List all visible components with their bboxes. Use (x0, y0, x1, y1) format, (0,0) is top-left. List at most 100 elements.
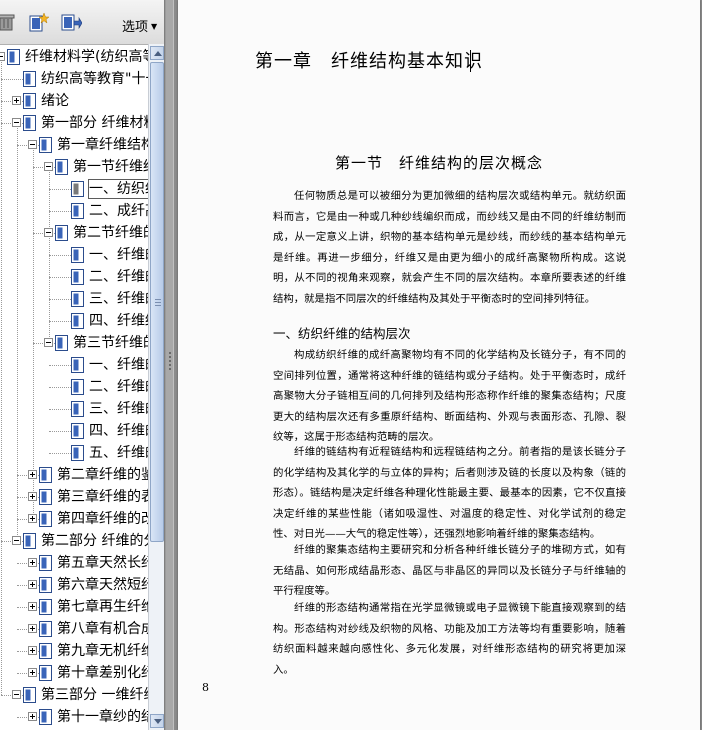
bookmark-item[interactable]: 四、纤维的电学性能 (0, 420, 148, 442)
bookmark-item[interactable]: 绪论 (0, 90, 148, 112)
bookmark-item[interactable]: 纺织高等教育"十一五"部委级规划教材本科 (0, 68, 148, 90)
bookmark-item[interactable]: 第三部分 一维纤维集合体 (0, 684, 148, 706)
collapse-icon[interactable] (44, 228, 53, 237)
bookmark-label: 第二节纤维的结构 (73, 225, 148, 241)
collapse-icon[interactable] (12, 118, 21, 127)
bookmark-label: 第二章纤维的鉴别 (57, 467, 148, 483)
document-page[interactable]: 第一章 纤维结构基本知识 第一节 纤维结构的层次概念 任何物质总是可以被细分为更… (178, 0, 700, 730)
bookmark-label: 二、纤维的聚集态结构 (89, 269, 148, 285)
trash-icon[interactable] (0, 12, 16, 32)
bookmark-item[interactable]: 二、纤维的聚集态结构 (0, 266, 148, 288)
bookmark-label: 第一章纤维结构基本知识 (57, 137, 148, 153)
bookmark-item[interactable]: 第十一章纱的结构 (0, 706, 148, 728)
subheading: 一、纺织纤维的结构层次 (273, 326, 411, 341)
options-label: 选项 (122, 20, 149, 35)
expand-icon[interactable] (28, 624, 37, 633)
bookmarks-scrollbar[interactable] (148, 44, 164, 730)
bookmark-item[interactable]: 一、纺织纤维的结构层次 (0, 178, 148, 200)
expand-icon[interactable] (28, 514, 37, 523)
bookmark-item[interactable]: 一、纤维的力学性能 (0, 354, 148, 376)
bookmark-icon (71, 247, 84, 263)
bookmark-item[interactable]: 第一部分 纤维材料的结构与性能 (0, 112, 148, 134)
bookmark-item[interactable]: 一、纤维的分子结构 (0, 244, 148, 266)
bookmark-item[interactable]: 第十章差别化纤维 (0, 662, 148, 684)
scroll-up-button[interactable] (150, 46, 164, 60)
expand-icon[interactable] (28, 602, 37, 611)
bookmark-item[interactable]: 第三章纤维的表征方法 (0, 486, 148, 508)
bookmark-label: 五、纤维的吸湿性能 (89, 445, 148, 461)
bookmark-item[interactable]: 第二章纤维的鉴别 (0, 464, 148, 486)
bookmark-icon (39, 577, 52, 593)
bookmark-icon (71, 423, 84, 439)
section-title: 第一节 纤维结构的层次概念 (334, 154, 543, 172)
page-number: 8 (202, 681, 209, 694)
bookmark-icon (39, 599, 52, 615)
options-menu[interactable]: 选项 ▼ (122, 16, 157, 35)
bookmark-item[interactable]: 纤维材料学(纺织高等教育"十一五"部委级规划教材本科) (0, 46, 148, 68)
panel-splitter[interactable] (165, 0, 174, 730)
bookmark-icon (71, 269, 84, 285)
bookmark-item[interactable]: 三、纤维的形态结构 (0, 288, 148, 310)
collapse-icon[interactable] (28, 140, 37, 149)
bookmark-item[interactable]: 三、纤维的光学性能 (0, 398, 148, 420)
bookmark-label: 第四章纤维的改性 (57, 511, 148, 527)
bookmark-label: 四、纤维结构的表征 (89, 313, 148, 329)
expand-icon[interactable] (28, 470, 37, 479)
bookmark-item[interactable]: 第七章再生纤维 (0, 596, 148, 618)
collapse-icon[interactable] (12, 536, 21, 545)
bookmark-icon (71, 291, 84, 307)
expand-icon[interactable] (28, 712, 37, 721)
expand-icon[interactable] (28, 558, 37, 567)
bookmark-label: 第三节纤维的性能 (73, 335, 148, 351)
expand-icon[interactable] (28, 668, 37, 677)
bookmark-icon (55, 159, 68, 175)
bookmark-item[interactable]: 第一节纤维结构的层次概念 (0, 156, 148, 178)
scroll-thumb[interactable] (150, 62, 164, 542)
expand-icon[interactable] (28, 492, 37, 501)
bookmark-icon (7, 49, 20, 65)
expand-icon[interactable] (12, 96, 21, 105)
bookmark-label: 第九章无机纤维 (57, 643, 148, 659)
bookmark-icon (39, 555, 52, 571)
bookmark-icon (71, 445, 84, 461)
expand-icon[interactable] (28, 580, 37, 589)
bookmark-item[interactable]: 第四章纤维的改性 (0, 508, 148, 530)
bookmark-item[interactable]: 第一章纤维结构基本知识 (0, 134, 148, 156)
bookmark-item[interactable]: 第二部分 纤维的分类 (0, 530, 148, 552)
bookmark-label: 四、纤维的电学性能 (89, 423, 148, 439)
bookmark-label: 第六章天然短纤维 (57, 577, 148, 593)
collapse-icon[interactable] (0, 52, 5, 61)
bookmark-icon (71, 357, 84, 373)
bookmark-export-icon[interactable] (60, 12, 83, 32)
bookmark-label: 二、成纤高聚物的基本条件 (89, 203, 148, 219)
bookmark-item[interactable]: 四、纤维结构的表征 (0, 310, 148, 332)
bookmark-icon (23, 687, 36, 703)
bookmark-item[interactable]: 第六章天然短纤维 (0, 574, 148, 596)
bookmark-label: 三、纤维的形态结构 (89, 291, 148, 307)
bookmark-icon (71, 203, 84, 219)
bookmark-item[interactable]: 二、纤维的热学性能 (0, 376, 148, 398)
collapse-icon[interactable] (44, 162, 53, 171)
bookmark-icon (55, 225, 68, 241)
bookmark-label: 第十一章纱的结构 (57, 709, 148, 725)
expand-icon[interactable] (28, 646, 37, 655)
bookmark-label: 绪论 (41, 93, 69, 109)
bookmark-item[interactable]: 二、成纤高聚物的基本条件 (0, 200, 148, 222)
bookmark-icon (71, 379, 84, 395)
bookmark-item[interactable]: 第二节纤维的结构 (0, 222, 148, 244)
bookmark-icon (39, 621, 52, 637)
bookmark-item[interactable]: 第八章有机合成纤维 (0, 618, 148, 640)
bookmark-item[interactable]: 第九章无机纤维 (0, 640, 148, 662)
bookmark-tree: 纤维材料学(纺织高等教育"十一五"部委级规划教材本科) 纺织高等教育"十一五"部委… (0, 44, 148, 730)
new-bookmark-icon[interactable] (28, 12, 50, 32)
scroll-down-button[interactable] (150, 714, 164, 728)
bookmark-item[interactable]: 五、纤维的吸湿性能 (0, 442, 148, 464)
collapse-icon[interactable] (12, 690, 21, 699)
bookmark-label: 一、纺织纤维的结构层次 (88, 179, 148, 199)
bookmark-label: 第一节纤维结构的层次概念 (73, 159, 148, 175)
bookmark-icon (71, 401, 84, 417)
bookmark-item[interactable]: 第三节纤维的性能 (0, 332, 148, 354)
bookmark-item[interactable]: 第五章天然长纤维 (0, 552, 148, 574)
bookmarks-panel: 选项▼ 纤维材料学(纺织高等教育"十一五"部委级规划教材本科) 纺织高等教育"十一… (0, 0, 165, 730)
collapse-icon[interactable] (44, 338, 53, 347)
